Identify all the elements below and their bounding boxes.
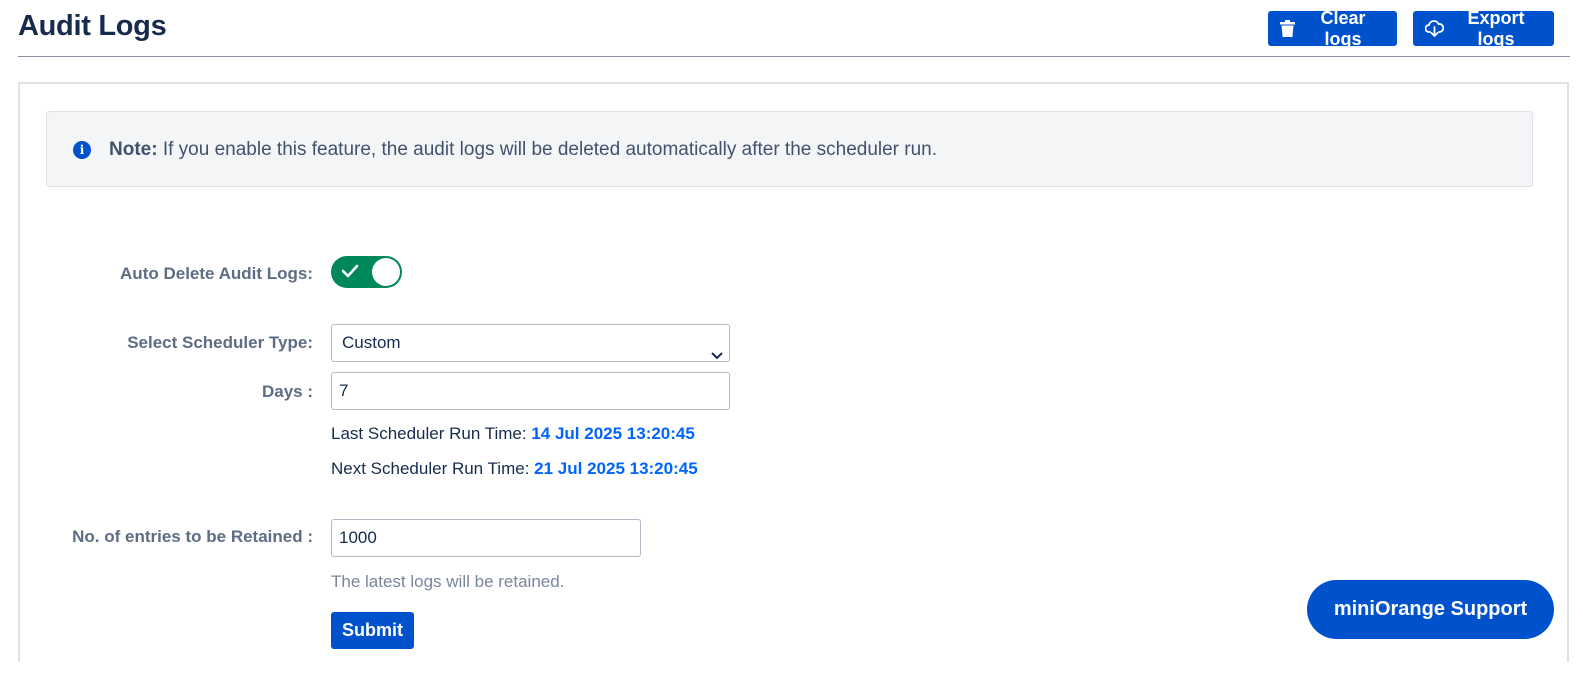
last-run-label: Last Scheduler Run Time:	[331, 424, 532, 443]
note-banner: i Note: If you enable this feature, the …	[46, 111, 1533, 187]
chevron-down-icon	[711, 337, 723, 373]
export-logs-label: Export logs	[1467, 7, 1525, 49]
note-text: Note: If you enable this feature, the au…	[109, 139, 937, 161]
retain-entries-input[interactable]	[331, 519, 641, 557]
auto-delete-label: Auto Delete Audit Logs:	[120, 264, 313, 283]
page-header: Audit Logs Clear logs Export logs	[18, 0, 1570, 57]
auto-delete-toggle[interactable]	[331, 256, 402, 288]
page-title: Audit Logs	[18, 10, 167, 42]
next-run-time: Next Scheduler Run Time: 21 Jul 2025 13:…	[331, 459, 698, 479]
next-run-label: Next Scheduler Run Time:	[331, 459, 535, 478]
scheduler-type-select[interactable]: Custom	[331, 324, 730, 362]
info-icon: i	[73, 141, 91, 159]
submit-button[interactable]: Submit	[331, 612, 414, 649]
days-input[interactable]	[331, 372, 730, 410]
export-logs-button[interactable]: Export logs	[1413, 8, 1554, 49]
scheduler-type-value: Custom	[342, 333, 401, 352]
check-icon	[341, 264, 359, 283]
scheduler-type-label: Select Scheduler Type:	[127, 333, 313, 352]
retain-hint: The latest logs will be retained.	[331, 572, 565, 591]
last-run-value: 14 Jul 2025 13:20:45	[531, 424, 695, 443]
support-button[interactable]: miniOrange Support	[1307, 580, 1554, 639]
note-label: Note:	[109, 139, 158, 160]
days-label: Days :	[261, 382, 313, 401]
last-run-time: Last Scheduler Run Time: 14 Jul 2025 13:…	[331, 424, 695, 444]
cloud-download-icon	[1425, 20, 1444, 37]
note-message: If you enable this feature, the audit lo…	[157, 139, 938, 160]
toggle-knob	[372, 258, 400, 286]
trash-icon	[1280, 20, 1295, 37]
retain-label: No. of entries to be Retained :	[72, 527, 313, 546]
clear-logs-button[interactable]: Clear logs	[1268, 8, 1397, 49]
clear-logs-label: Clear logs	[1320, 7, 1366, 49]
audit-settings-panel: i Note: If you enable this feature, the …	[18, 82, 1569, 662]
next-run-value: 21 Jul 2025 13:20:45	[534, 459, 698, 478]
